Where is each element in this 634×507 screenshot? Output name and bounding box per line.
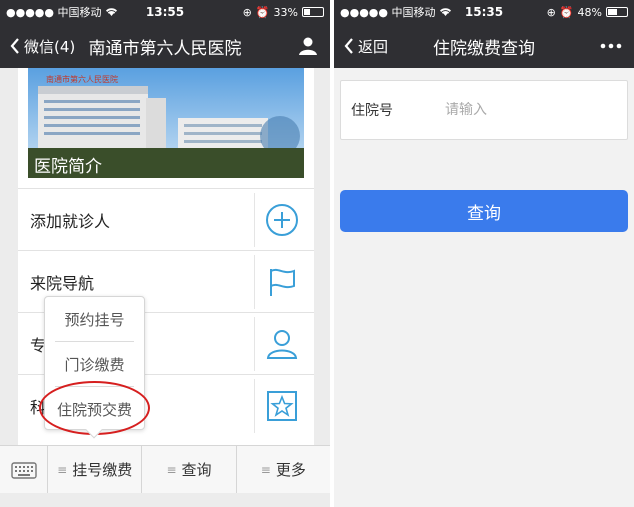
carrier: ●●●●● 中国移动: [340, 4, 452, 20]
battery-icon: [606, 7, 628, 17]
battery-icon: [302, 7, 324, 17]
rotation-lock-icon: ⊕: [242, 5, 252, 19]
keyboard-toggle[interactable]: [0, 446, 48, 493]
list-item-label: 来院导航: [30, 273, 95, 293]
nav-bar: 返回 住院缴费查询: [334, 24, 634, 68]
wifi-icon: [105, 8, 117, 16]
menu-lines-icon: ≡: [57, 462, 68, 477]
star-icon: [266, 391, 297, 421]
admission-number-field: 住院号: [340, 80, 628, 140]
admission-number-input[interactable]: [445, 102, 605, 118]
menu-query[interactable]: ≡ 查询: [142, 446, 237, 493]
more-options-button[interactable]: [600, 43, 634, 49]
flag-icon: [269, 268, 295, 296]
right-phone-screen: ●●●●● 中国移动 15:35 ⊕ ⏰ 48% 返回 住院缴费查询 住院号 查…: [334, 0, 634, 507]
query-button[interactable]: 查询: [340, 190, 628, 232]
rotation-lock-icon: ⊕: [546, 5, 556, 19]
person-icon: [266, 330, 297, 359]
hospital-sign: 南通市第六人民医院: [46, 74, 118, 84]
back-label: 返回: [358, 37, 389, 56]
status-bar: ●●●●● 中国移动 15:35 ⊕ ⏰ 48%: [334, 0, 634, 24]
profile-button[interactable]: [298, 36, 330, 56]
list-item-label: 添加就诊人: [30, 211, 111, 231]
left-phone-screen: ●●●●● 中国移动 13:55 ⊕ ⏰ 33% 微信(4) 南通市第六人民医院: [0, 0, 330, 507]
submenu-popup: 预约挂号 门诊缴费 住院预交费: [39, 296, 150, 439]
chevron-left-icon: [344, 38, 353, 54]
nav-bar: 微信(4) 南通市第六人民医院: [0, 24, 330, 68]
back-button[interactable]: 返回: [334, 36, 388, 57]
intro-caption: 医院简介: [28, 148, 304, 178]
alarm-icon: ⏰: [559, 5, 574, 19]
status-bar: ●●●●● 中国移动 13:55 ⊕ ⏰ 33%: [0, 0, 330, 24]
more-dots-icon: [600, 43, 622, 49]
menu-register-pay[interactable]: ≡ 挂号缴费: [48, 446, 143, 493]
list-item-label: 专: [30, 335, 47, 355]
carrier: ●●●●● 中国移动: [6, 4, 118, 20]
wifi-icon: [439, 8, 451, 16]
hospital-intro-card[interactable]: 南通市第六人民医院 医院简介: [28, 68, 304, 178]
battery-percent: 33%: [273, 5, 298, 19]
back-label: 微信(4): [24, 37, 76, 56]
chevron-left-icon: [10, 38, 19, 54]
bottom-menu-bar: ≡ 挂号缴费 ≡ 查询 ≡ 更多: [0, 445, 330, 493]
menu-more[interactable]: ≡ 更多: [237, 446, 330, 493]
menu-lines-icon: ≡: [260, 462, 271, 477]
menu-item-appointment[interactable]: 预约挂号: [45, 297, 144, 341]
back-button[interactable]: 微信(4): [0, 36, 75, 57]
profile-icon: [299, 37, 317, 55]
alarm-icon: ⏰: [255, 5, 270, 19]
plus-circle-icon: [265, 204, 298, 236]
menu-lines-icon: ≡: [166, 462, 177, 477]
menu-item-outpatient-payment[interactable]: 门诊缴费: [45, 342, 144, 386]
battery-percent: 48%: [577, 5, 602, 19]
keyboard-icon: [10, 461, 37, 479]
field-label: 住院号: [351, 103, 393, 119]
list-item-add-patient[interactable]: 添加就诊人: [18, 188, 314, 250]
